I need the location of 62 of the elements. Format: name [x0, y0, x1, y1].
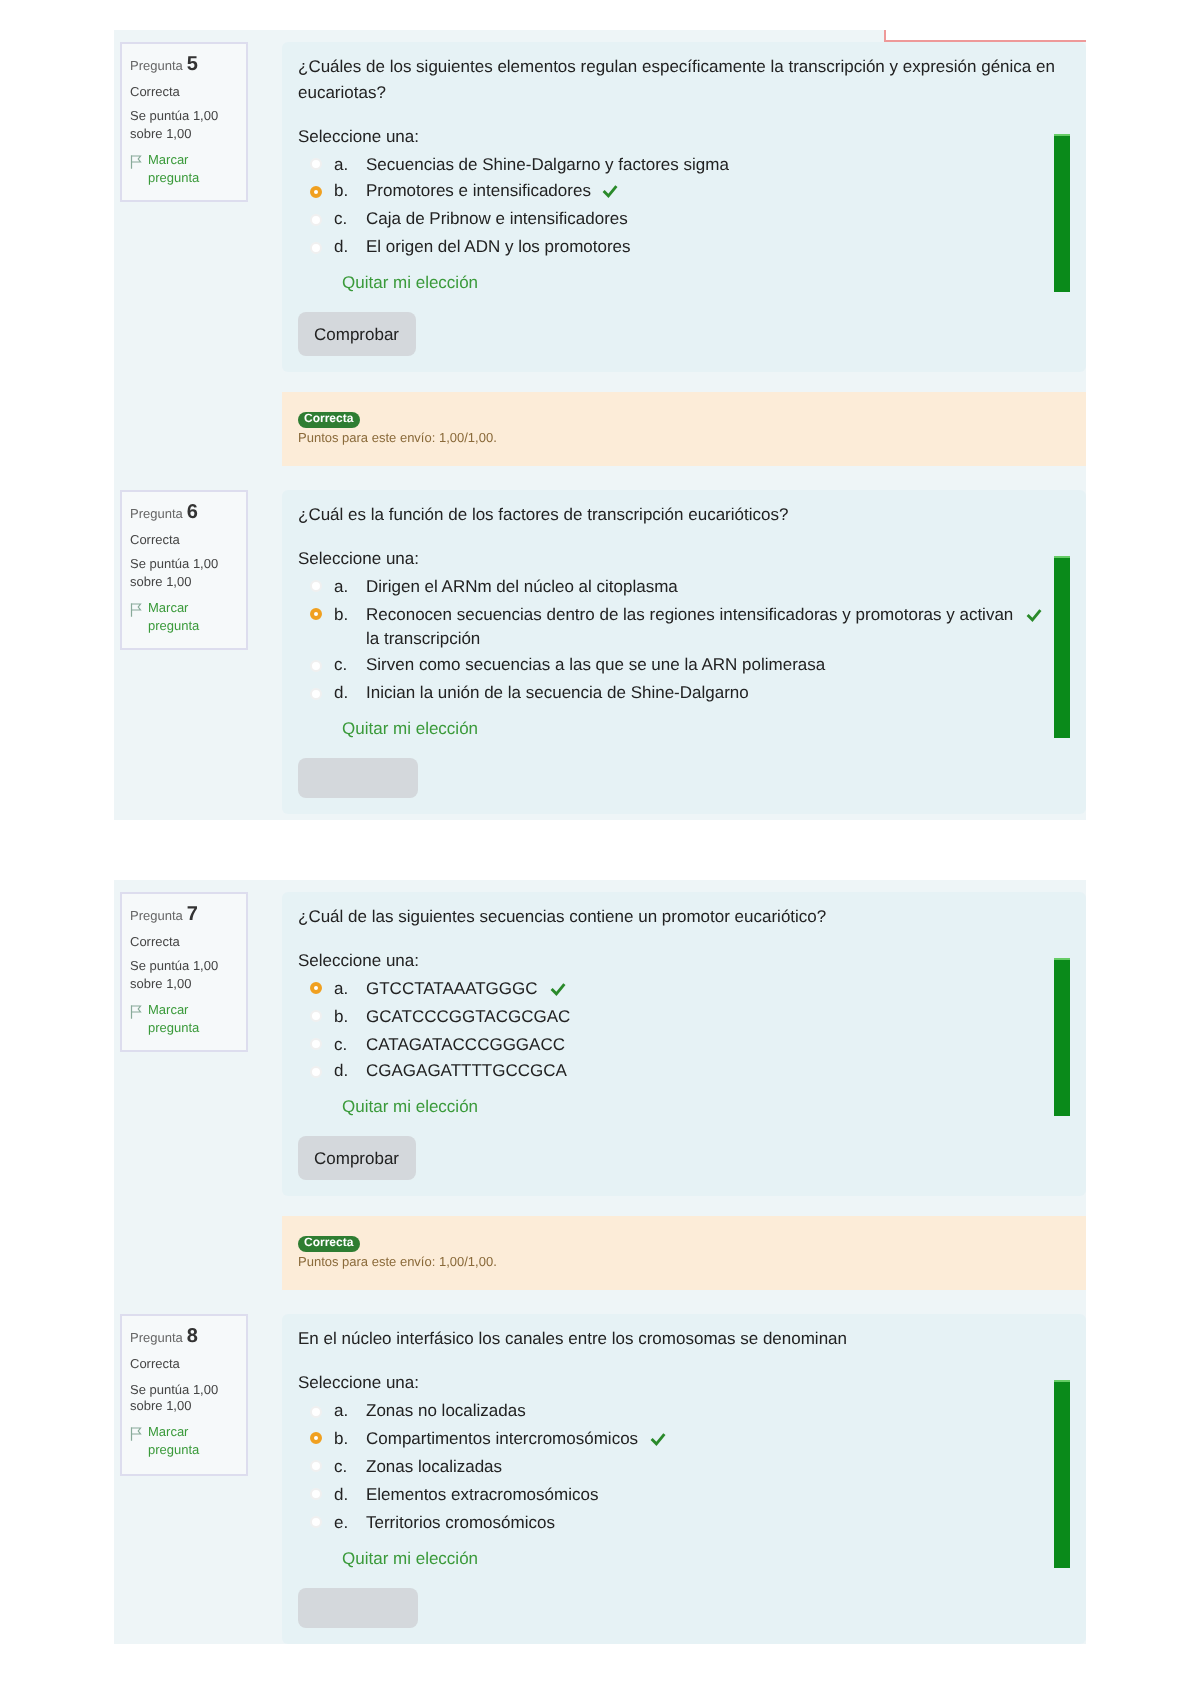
flag-icon — [130, 601, 142, 618]
radio-button[interactable] — [310, 982, 322, 995]
option-text: Zonas localizadas — [366, 1455, 503, 1480]
clear-choice-link[interactable]: Quitar mi elección — [342, 272, 479, 293]
check-button[interactable]: Comprobar — [298, 1136, 416, 1181]
radio-button[interactable] — [310, 608, 322, 621]
question-text: ¿Cuáles de los siguientes elementos regulan específicamente la transcripción y expresión génica en eucariotas? — [298, 54, 1057, 105]
option-letter: d. — [334, 236, 351, 261]
flag-icon — [130, 1426, 142, 1443]
option-text: GCATCCCGGTACGCGAC — [366, 1005, 571, 1030]
option-text: Territorios cromosómicos — [366, 1511, 555, 1536]
option-letter: d. — [334, 682, 351, 707]
question-number: 8 — [186, 1324, 198, 1352]
option-text: CATAGATACCCGGGACC — [366, 1033, 565, 1057]
answer-prompt: Seleccione una: — [298, 125, 421, 145]
option-letter: d. — [334, 1060, 351, 1085]
option-text: Inician la unión de la secuencia de Shine-Dalgarno — [366, 682, 749, 707]
option-letter: c. — [334, 654, 350, 679]
option-letter: a. — [334, 1400, 351, 1424]
option-letter: a. — [334, 153, 351, 177]
question-text: ¿Cuál de las siguientes secuencias contiene un promotor eucariótico? — [298, 904, 829, 930]
option-letter: b. — [334, 1427, 351, 1452]
question-number: 7 — [186, 902, 198, 929]
option-text: Promotores e intensificadores — [366, 180, 591, 205]
option-letter: a. — [334, 575, 351, 600]
option-letter: c. — [334, 1455, 350, 1480]
check-button[interactable]: Comprobar — [298, 312, 416, 357]
option-text: Elementos extracromosómicos — [366, 1483, 599, 1508]
question-number: 6 — [186, 500, 198, 528]
check-button[interactable] — [298, 758, 418, 799]
option-letter: b. — [334, 180, 351, 205]
question-number: 5 — [186, 52, 198, 79]
option-letter: a. — [334, 977, 351, 1002]
clear-choice-link[interactable]: Quitar mi elección — [342, 718, 479, 739]
question-text: ¿Cuál es la función de los factores de transcripción eucarióticos? — [298, 502, 791, 528]
option-letter: c. — [334, 1033, 350, 1057]
option-letter: b. — [334, 603, 351, 628]
flag-icon — [130, 153, 142, 170]
option-text: Dirigen el ARNm del núcleo al citoplasma — [366, 575, 678, 600]
option-letter: c. — [334, 208, 350, 233]
answer-prompt: Seleccione una: — [298, 1372, 421, 1393]
option-letter: e. — [334, 1511, 351, 1536]
question-text: En el núcleo interfásico los canales entre los cromosomas se denominan — [298, 1326, 850, 1353]
option-text: Reconocen secuencias dentro de las regiones intensificadoras y promotoras y activan la transcripción — [366, 603, 1014, 651]
radio-button[interactable] — [310, 185, 322, 198]
option-text: Zonas no localizadas — [366, 1400, 526, 1424]
clear-choice-link[interactable]: Quitar mi elección — [342, 1547, 479, 1568]
option-letter: d. — [334, 1483, 351, 1508]
radio-button[interactable] — [310, 1432, 322, 1445]
clear-choice-link[interactable]: Quitar mi elección — [342, 1096, 479, 1117]
option-text: Compartimentos intercromosómicos — [366, 1427, 639, 1452]
answer-prompt: Seleccione una: — [298, 949, 421, 970]
option-text: Sirven como secuencias a las que se une la ARN polimerasa — [366, 654, 826, 679]
option-letter: b. — [334, 1005, 351, 1030]
option-text: GTCCTATAAATGGGC — [366, 977, 538, 1002]
answer-prompt: Seleccione una: — [298, 547, 421, 568]
option-text: Caja de Pribnow e intensificadores — [366, 208, 628, 233]
option-text: El origen del ADN y los promotores — [366, 236, 631, 261]
option-text: Secuencias de Shine-Dalgarno y factores sigma — [366, 153, 729, 177]
check-button[interactable] — [298, 1587, 418, 1628]
option-text: CGAGAGATTTTGCCGCA — [366, 1060, 567, 1085]
flag-icon — [130, 1003, 142, 1020]
